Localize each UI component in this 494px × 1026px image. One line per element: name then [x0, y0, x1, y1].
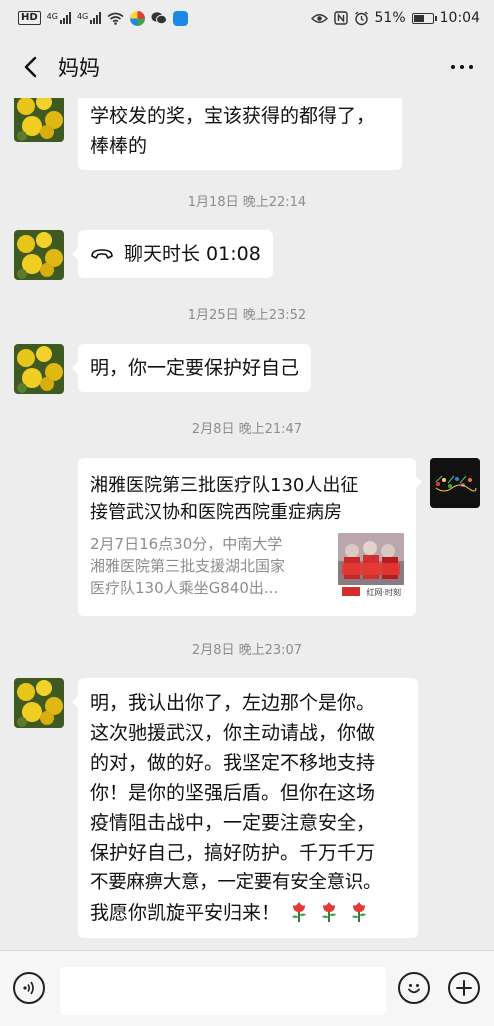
emoji-icon[interactable]: [398, 972, 430, 1004]
message-text: 明，你一定要保护好自己: [90, 357, 300, 379]
message-input[interactable]: [60, 967, 386, 1015]
message-bubble[interactable]: 学校发的奖，宝该获得的都得了， 棒棒的: [78, 98, 402, 170]
signal-icon-2: 4G: [76, 12, 102, 24]
plus-icon[interactable]: [448, 972, 480, 1004]
input-bar: [0, 950, 494, 1026]
wifi-icon: [107, 12, 124, 25]
message-text-last-line: 我愿你凯旋平安归来！: [90, 898, 406, 928]
link-card-thumbnail: 红网·时刻: [338, 533, 404, 599]
timestamp: 2月8日 晚上23:07: [191, 643, 303, 658]
wechat-icon: [151, 12, 168, 25]
network-label-2: 4G: [76, 12, 89, 21]
message-text: 棒棒的: [90, 135, 148, 157]
avatar[interactable]: [14, 98, 64, 142]
message-text: 疫情阻击战中，一定要注意安全，: [90, 812, 376, 834]
rose-icon: [352, 902, 367, 922]
call-record-bubble[interactable]: 聊天时长 01:08: [72, 230, 273, 278]
battery-icon: [411, 12, 437, 24]
message-text: 学校发的奖，宝该获得的都得了，: [90, 105, 376, 127]
app-icon-browser: [130, 10, 146, 26]
message-text: 的对，做的好。我坚定不移地支持: [90, 752, 376, 774]
status-left: HD 4G 4G: [18, 10, 189, 26]
message-text: 你！是你的坚强后盾。但你在这场: [90, 782, 376, 804]
battery-percent: 51%: [374, 10, 406, 26]
back-icon[interactable]: [16, 53, 44, 81]
rose-icon: [322, 902, 337, 922]
phone-hangup-icon: [91, 249, 113, 259]
link-card-title: 湘雅医院第三批医疗队130人出征: [90, 475, 359, 496]
link-card-desc-line: 2月7日16点30分，中南大学: [90, 535, 283, 553]
timestamp: 1月25日 晚上23:52: [187, 308, 307, 323]
message-bubble[interactable]: 明，我认出你了，左边那个是你。 这次驰援武汉，你主动请战，你做 的对，做的好。我…: [72, 678, 418, 938]
link-card-title: 接管武汉协和医院西院重症病房: [90, 502, 342, 523]
hd-badge: HD: [18, 11, 41, 25]
eye-icon: [310, 13, 328, 23]
alarm-icon: [354, 10, 368, 25]
link-card-desc-line: 湘雅医院第三批支援湖北国家: [90, 557, 286, 575]
avatar[interactable]: [14, 678, 64, 728]
chat-header: 妈妈: [0, 36, 494, 98]
network-label-1: 4G: [46, 12, 58, 21]
app-icon-blue: [173, 10, 189, 26]
message-text: 明，我认出你了，左边那个是你。: [90, 692, 376, 714]
link-card[interactable]: 湘雅医院第三批医疗队130人出征 接管武汉协和医院西院重症病房 2月7日16点3…: [78, 458, 422, 616]
my-avatar[interactable]: [430, 458, 480, 508]
timestamp: 2月8日 晚上21:47: [191, 422, 303, 437]
message-list[interactable]: 学校发的奖，宝该获得的都得了， 棒棒的 1月18日 晚上22:14 聊天时长 0…: [0, 98, 494, 950]
avatar[interactable]: [14, 344, 64, 394]
rose-icon: [292, 902, 307, 922]
message-text: 保护好自己，搞好防护。千万千万: [90, 842, 376, 864]
status-right: 51% 10:04: [310, 10, 480, 26]
link-card-description: 2月7日16点30分，中南大学 湘雅医院第三批支援湖北国家 医疗队130人乘坐G…: [90, 533, 330, 599]
nfc-icon: [333, 11, 348, 25]
signal-icon: 4G: [47, 12, 71, 24]
message-text: 不要麻痹大意，一定要有安全意识。: [90, 872, 382, 893]
message-text: 我愿你凯旋平安归来！: [90, 902, 281, 924]
message-text: 这次驰援武汉，你主动请战，你做: [90, 722, 376, 744]
timestamp: 1月18日 晚上22:14: [187, 195, 307, 210]
status-bar: HD 4G 4G 51% 10:04: [0, 0, 494, 36]
chat-title: 妈妈: [58, 56, 100, 80]
avatar[interactable]: [14, 230, 64, 280]
link-card-desc-line: 医疗队130人乘坐G840出...: [90, 579, 279, 597]
voice-icon[interactable]: [13, 972, 45, 1004]
clock: 10:04: [439, 10, 480, 26]
more-icon[interactable]: [446, 53, 478, 81]
thumbnail-caption: 红网·时刻: [366, 588, 401, 597]
message-bubble[interactable]: 明，你一定要保护好自己: [71, 344, 312, 392]
call-duration: 聊天时长 01:08: [124, 243, 261, 265]
